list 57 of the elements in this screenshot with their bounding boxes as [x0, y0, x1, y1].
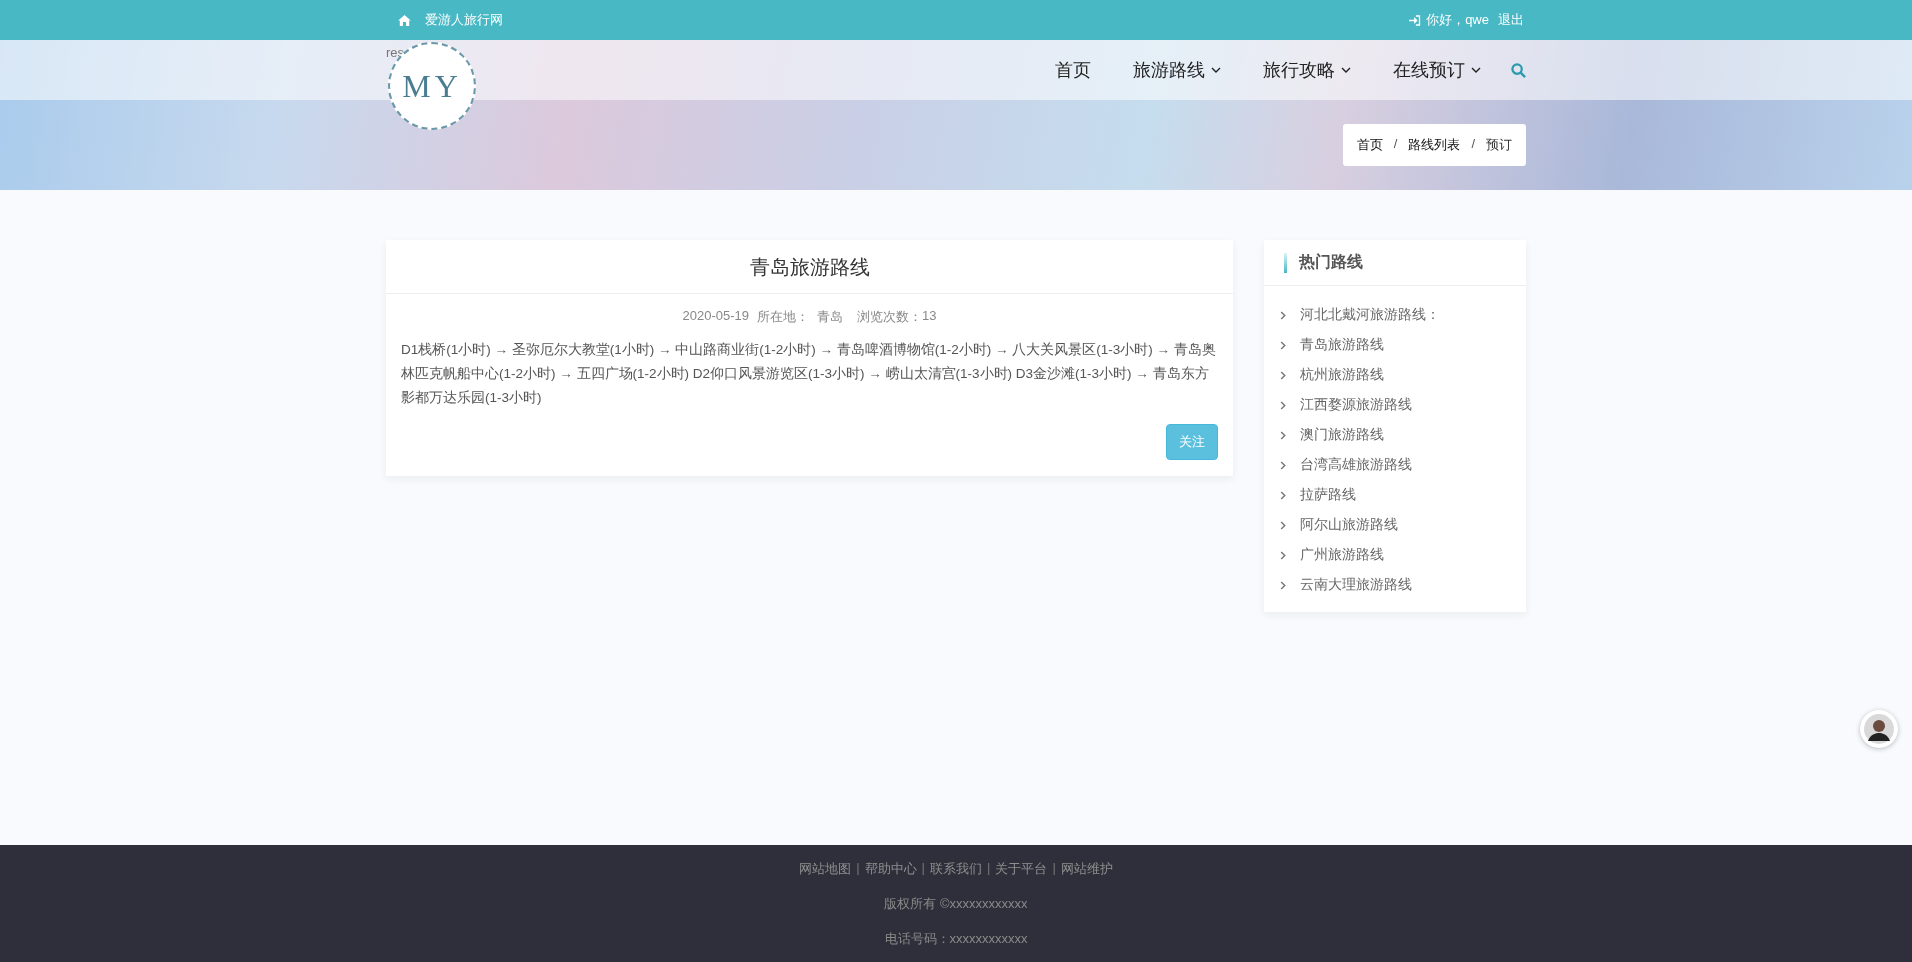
nav-link[interactable]: 首页: [1055, 58, 1091, 82]
chevron-right-icon: [1280, 580, 1286, 590]
chevron-down-icon: [1211, 67, 1221, 73]
chevron-right-icon: [1280, 310, 1286, 320]
route-link[interactable]: 拉萨路线: [1300, 486, 1356, 504]
footer-link[interactable]: 关于平台: [995, 859, 1048, 878]
route-link[interactable]: 河北北戴河旅游路线：: [1300, 306, 1440, 324]
phone-text: 电话号码：xxxxxxxxxxxx: [884, 929, 1028, 948]
route-link[interactable]: 澳门旅游路线: [1300, 426, 1384, 444]
breadcrumb-current: 预订: [1486, 136, 1512, 154]
route-description: D1栈桥(1小时) → 圣弥厄尔大教堂(1小时) → 中山路商业街(1-2小时) → 青岛啤酒博物馆(1-2小时) → 八大关风景区(1-3小时) → 青岛奥林匹克帆船中心(1-2小时) → 五四广场(1-2小时) D2仰口风景游览区(1-3小时) → 崂山太清宫(1-3小时) D3金沙滩(1-3小时) → 青岛东方影都万达乐园(1-3小时): [400, 341, 1217, 407]
article-title: 青岛旅游路线: [386, 240, 1233, 294]
route-link[interactable]: 阿尔山旅游路线: [1300, 516, 1398, 534]
nav-link[interactable]: 在线预订: [1393, 58, 1481, 82]
route-link[interactable]: 杭州旅游路线: [1300, 366, 1384, 384]
home-icon: [398, 14, 411, 26]
breadcrumb-link[interactable]: 路线列表: [1408, 136, 1461, 154]
chevron-down-icon: [1341, 67, 1351, 73]
location-label: 所在地：: [757, 308, 809, 326]
route-link[interactable]: 青岛旅游路线: [1300, 336, 1384, 354]
avatar-icon[interactable]: [1860, 710, 1898, 748]
footer-separator: |: [987, 859, 991, 877]
article-date: 2020-05-19: [682, 308, 749, 325]
breadcrumb-separator: /: [1393, 136, 1398, 153]
search-icon[interactable]: [1511, 62, 1526, 78]
chevron-right-icon: [1280, 490, 1286, 500]
location-value: 青岛: [817, 308, 843, 326]
views-label: 浏览次数：: [857, 308, 922, 326]
route-link[interactable]: 广州旅游路线: [1300, 546, 1384, 564]
chevron-right-icon: [1280, 340, 1286, 350]
chevron-down-icon: [1471, 67, 1481, 73]
sign-in-icon: [1409, 14, 1422, 26]
footer-link[interactable]: 帮助中心: [864, 859, 917, 878]
breadcrumb-link[interactable]: 首页: [1356, 136, 1383, 154]
chevron-right-icon: [1280, 520, 1286, 530]
footer-separator: |: [856, 859, 860, 877]
chevron-right-icon: [1280, 370, 1286, 380]
chevron-right-icon: [1280, 430, 1286, 440]
sidebar-title: 热门路线: [1299, 252, 1363, 272]
route-link[interactable]: 云南大理旅游路线: [1300, 576, 1412, 594]
footer-separator: |: [921, 859, 925, 877]
views-count: 13: [922, 308, 937, 325]
footer-link[interactable]: 联系我们: [930, 859, 982, 878]
route-link[interactable]: 江西婺源旅游路线: [1300, 396, 1412, 414]
heading-accent-bar: [1284, 252, 1287, 273]
chevron-right-icon: [1280, 550, 1286, 560]
greeting-text: 你好，qwe: [1426, 11, 1489, 29]
copyright-text: 版权所有 ©xxxxxxxxxxxx: [884, 894, 1028, 913]
nav-link[interactable]: 旅行攻略: [1263, 58, 1351, 82]
breadcrumb-separator: /: [1471, 136, 1475, 153]
nav-link[interactable]: 旅游路线: [1133, 58, 1221, 82]
footer-link[interactable]: 网站维护: [1060, 859, 1113, 878]
chevron-right-icon: [1280, 460, 1286, 470]
chevron-right-icon: [1280, 400, 1286, 410]
route-link[interactable]: 台湾高雄旅游路线: [1300, 456, 1412, 474]
footer-separator: |: [1052, 859, 1056, 877]
footer-link[interactable]: 网站地图: [799, 859, 852, 878]
